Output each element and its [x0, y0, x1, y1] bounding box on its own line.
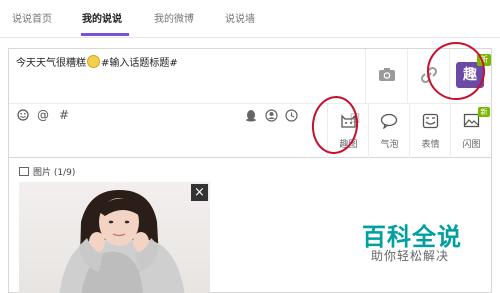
tab-my-shuoshuo[interactable]: 我的说说: [82, 10, 122, 25]
photo-upload-button[interactable]: [365, 49, 407, 103]
remove-photo-button[interactable]: ×: [191, 184, 208, 201]
user-mention-icon[interactable]: [265, 109, 278, 122]
photo-illustration: [59, 190, 185, 293]
active-tab-indicator: [81, 33, 129, 36]
uploaded-photo[interactable]: ×: [19, 182, 210, 293]
camera-icon: [379, 68, 395, 81]
bubble-label: 气泡: [380, 140, 399, 150]
post-topic-text: #输入话题标题#: [101, 58, 178, 69]
qq-penguin-icon[interactable]: [245, 109, 257, 122]
picture-icon: [19, 167, 29, 176]
sticker-label: 表情: [421, 140, 440, 150]
hash-icon[interactable]: #: [59, 108, 69, 122]
post-text-before: 今天天气很糟糕: [16, 58, 86, 69]
bubble-button[interactable]: 气泡: [368, 104, 409, 158]
tab-bar: 说说首页 我的说说 我的微博 说说墙: [0, 0, 500, 38]
at-icon[interactable]: @: [37, 108, 49, 122]
image-count-header: 图片 (1/9): [19, 165, 75, 178]
flash-image-label: 闪图: [462, 140, 481, 150]
image-count-label: 图片 (1/9): [33, 168, 76, 178]
tab-my-weibo[interactable]: 我的微博: [154, 10, 194, 25]
watermark-subtitle: 助你轻松解决: [371, 249, 450, 263]
sticker-button[interactable]: 表情: [409, 104, 450, 158]
emoji-icon[interactable]: [17, 109, 29, 121]
sticker-icon: [422, 113, 439, 129]
flash-new-badge: 新: [478, 107, 490, 117]
clock-icon[interactable]: [285, 109, 298, 122]
post-text-input[interactable]: 今天天气很糟糕 #输入话题标题#: [9, 49, 365, 103]
smile-emoji-icon: [87, 55, 100, 68]
composer-box: 今天天气很糟糕 #输入话题标题# 趣 新 @ # 回 趣图 气泡 表情 新 闪图: [8, 48, 492, 158]
tab-shuoshuo-wall[interactable]: 说说墙: [225, 10, 255, 25]
flash-image-button[interactable]: 新 闪图: [450, 104, 491, 158]
speech-bubble-icon: [380, 113, 398, 129]
tab-shuoshuo-home[interactable]: 说说首页: [12, 10, 52, 25]
